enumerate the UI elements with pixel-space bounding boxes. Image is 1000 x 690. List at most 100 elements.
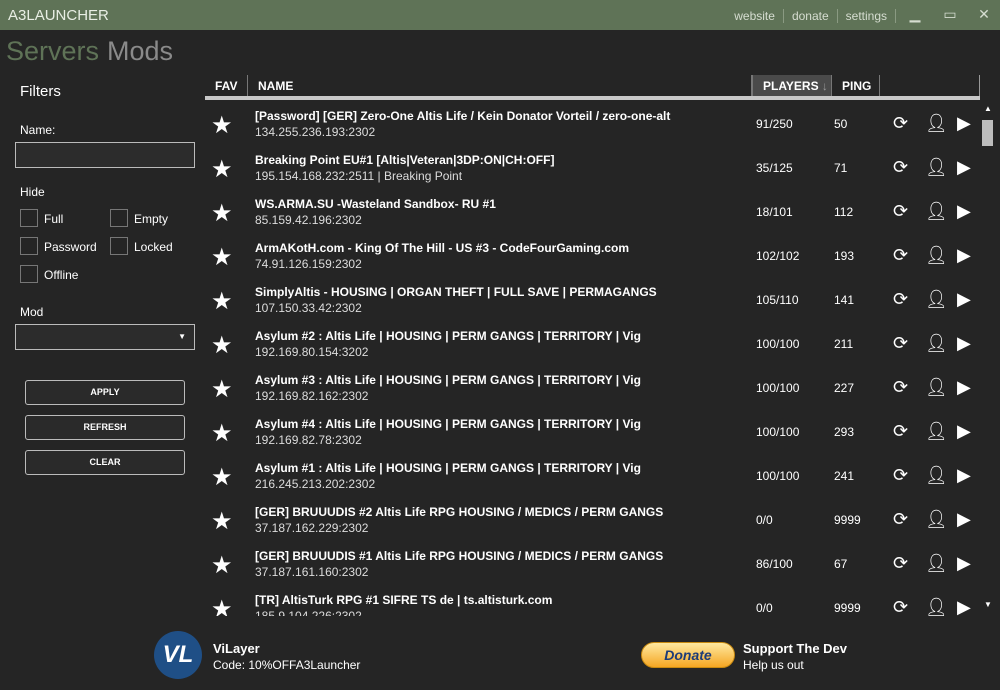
- scroll-down-icon[interactable]: ▼: [984, 600, 992, 609]
- play-icon[interactable]: ▶: [957, 245, 971, 266]
- refresh-icon[interactable]: ⟳: [893, 289, 908, 310]
- full-checkbox[interactable]: [20, 209, 38, 227]
- offline-checkbox[interactable]: [20, 265, 38, 283]
- user-icon[interactable]: 👤︎: [925, 597, 948, 616]
- play-icon[interactable]: ▶: [957, 113, 971, 134]
- scroll-up-icon[interactable]: ▲: [984, 104, 992, 113]
- server-address: 134.255.236.193:2302: [255, 125, 376, 139]
- table-row[interactable]: ★ Breaking Point EU#1 [Altis|Veteran|3DP…: [205, 146, 980, 190]
- empty-checkbox[interactable]: [110, 209, 128, 227]
- play-icon[interactable]: ▶: [957, 333, 971, 354]
- server-address: 37.187.161.160:2302: [255, 565, 369, 579]
- user-icon[interactable]: 👤︎: [925, 113, 948, 134]
- play-icon[interactable]: ▶: [957, 509, 971, 530]
- column-name[interactable]: NAME: [248, 75, 752, 96]
- server-ping: 141: [834, 293, 855, 307]
- refresh-icon[interactable]: ⟳: [893, 245, 908, 266]
- play-icon[interactable]: ▶: [957, 465, 971, 486]
- play-icon[interactable]: ▶: [957, 377, 971, 398]
- apply-button[interactable]: APPLY: [25, 380, 185, 405]
- vilayer-logo[interactable]: VL: [154, 631, 202, 679]
- refresh-icon[interactable]: ⟳: [893, 333, 908, 354]
- server-players: 0/0: [756, 601, 773, 615]
- favorite-star-icon[interactable]: ★: [211, 375, 233, 404]
- table-row[interactable]: ★ [Password] [GER] Zero-One Altis Life /…: [205, 102, 980, 146]
- donate-link[interactable]: donate: [784, 9, 838, 23]
- user-icon[interactable]: 👤︎: [925, 157, 948, 178]
- table-row[interactable]: ★ [GER] BRUUUDIS #1 Altis Life RPG HOUSI…: [205, 542, 980, 586]
- user-icon[interactable]: 👤︎: [925, 377, 948, 398]
- user-icon[interactable]: 👤︎: [925, 509, 948, 530]
- column-fav[interactable]: FAV: [205, 75, 248, 96]
- name-input[interactable]: [15, 142, 195, 168]
- server-name: [TR] AltisTurk RPG #1 SIFRE TS de | ts.a…: [255, 593, 553, 607]
- play-icon[interactable]: ▶: [957, 201, 971, 222]
- website-link[interactable]: website: [726, 9, 784, 23]
- server-ping: 193: [834, 249, 855, 263]
- mod-label: Mod: [20, 305, 44, 319]
- favorite-star-icon[interactable]: ★: [211, 199, 233, 228]
- table-row[interactable]: ★ Asylum #1 : Altis Life | HOUSING | PER…: [205, 454, 980, 498]
- table-row[interactable]: ★ Asylum #3 : Altis Life | HOUSING | PER…: [205, 366, 980, 410]
- user-icon[interactable]: 👤︎: [925, 201, 948, 222]
- close-icon[interactable]: ✕: [975, 6, 993, 24]
- scrollbar[interactable]: ▲ ▼: [980, 104, 996, 616]
- favorite-star-icon[interactable]: ★: [211, 111, 233, 140]
- donate-button[interactable]: Donate: [641, 642, 735, 668]
- refresh-icon[interactable]: ⟳: [893, 553, 908, 574]
- refresh-icon[interactable]: ⟳: [893, 421, 908, 442]
- table-row[interactable]: ★ [TR] AltisTurk RPG #1 SIFRE TS de | ts…: [205, 586, 980, 616]
- minimize-icon[interactable]: ▁: [906, 6, 924, 24]
- clear-button[interactable]: CLEAR: [25, 450, 185, 475]
- refresh-icon[interactable]: ⟳: [893, 201, 908, 222]
- table-row[interactable]: ★ WS.ARMA.SU -Wasteland Sandbox- RU #1 8…: [205, 190, 980, 234]
- play-icon[interactable]: ▶: [957, 421, 971, 442]
- table-row[interactable]: ★ ArmAKotH.com - King Of The Hill - US #…: [205, 234, 980, 278]
- refresh-icon[interactable]: ⟳: [893, 597, 908, 616]
- table-row[interactable]: ★ Asylum #2 : Altis Life | HOUSING | PER…: [205, 322, 980, 366]
- refresh-icon[interactable]: ⟳: [893, 465, 908, 486]
- server-address: 74.91.126.159:2302: [255, 257, 362, 271]
- user-icon[interactable]: 👤︎: [925, 333, 948, 354]
- favorite-star-icon[interactable]: ★: [211, 595, 233, 616]
- locked-checkbox[interactable]: [110, 237, 128, 255]
- server-name: WS.ARMA.SU -Wasteland Sandbox- RU #1: [255, 197, 496, 211]
- favorite-star-icon[interactable]: ★: [211, 243, 233, 272]
- table-row[interactable]: ★ SimplyAltis - HOUSING | ORGAN THEFT | …: [205, 278, 980, 322]
- refresh-icon[interactable]: ⟳: [893, 377, 908, 398]
- password-label: Password: [44, 240, 97, 254]
- favorite-star-icon[interactable]: ★: [211, 331, 233, 360]
- settings-link[interactable]: settings: [838, 9, 896, 23]
- tab-mods[interactable]: Mods: [107, 36, 173, 66]
- user-icon[interactable]: 👤︎: [925, 289, 948, 310]
- maximize-icon[interactable]: ▭: [941, 6, 959, 24]
- favorite-star-icon[interactable]: ★: [211, 463, 233, 492]
- play-icon[interactable]: ▶: [957, 289, 971, 310]
- tab-servers[interactable]: Servers: [6, 36, 99, 66]
- server-name: [GER] BRUUUDIS #1 Altis Life RPG HOUSING…: [255, 549, 664, 563]
- user-icon[interactable]: 👤︎: [925, 465, 948, 486]
- refresh-button[interactable]: REFRESH: [25, 415, 185, 440]
- column-players[interactable]: PLAYERS ↓: [752, 75, 832, 96]
- favorite-star-icon[interactable]: ★: [211, 287, 233, 316]
- refresh-icon[interactable]: ⟳: [893, 157, 908, 178]
- user-icon[interactable]: 👤︎: [925, 245, 948, 266]
- favorite-star-icon[interactable]: ★: [211, 551, 233, 580]
- play-icon[interactable]: ▶: [957, 157, 971, 178]
- password-checkbox[interactable]: [20, 237, 38, 255]
- play-icon[interactable]: ▶: [957, 597, 971, 616]
- mod-select[interactable]: ▼: [15, 324, 195, 350]
- user-icon[interactable]: 👤︎: [925, 421, 948, 442]
- scroll-thumb[interactable]: [982, 120, 993, 146]
- favorite-star-icon[interactable]: ★: [211, 155, 233, 184]
- user-icon[interactable]: 👤︎: [925, 553, 948, 574]
- favorite-star-icon[interactable]: ★: [211, 507, 233, 536]
- table-row[interactable]: ★ [GER] BRUUUDIS #2 Altis Life RPG HOUSI…: [205, 498, 980, 542]
- play-icon[interactable]: ▶: [957, 553, 971, 574]
- refresh-icon[interactable]: ⟳: [893, 509, 908, 530]
- refresh-icon[interactable]: ⟳: [893, 113, 908, 134]
- column-ping[interactable]: PING: [832, 75, 880, 96]
- favorite-star-icon[interactable]: ★: [211, 419, 233, 448]
- server-players: 0/0: [756, 513, 773, 527]
- table-row[interactable]: ★ Asylum #4 : Altis Life | HOUSING | PER…: [205, 410, 980, 454]
